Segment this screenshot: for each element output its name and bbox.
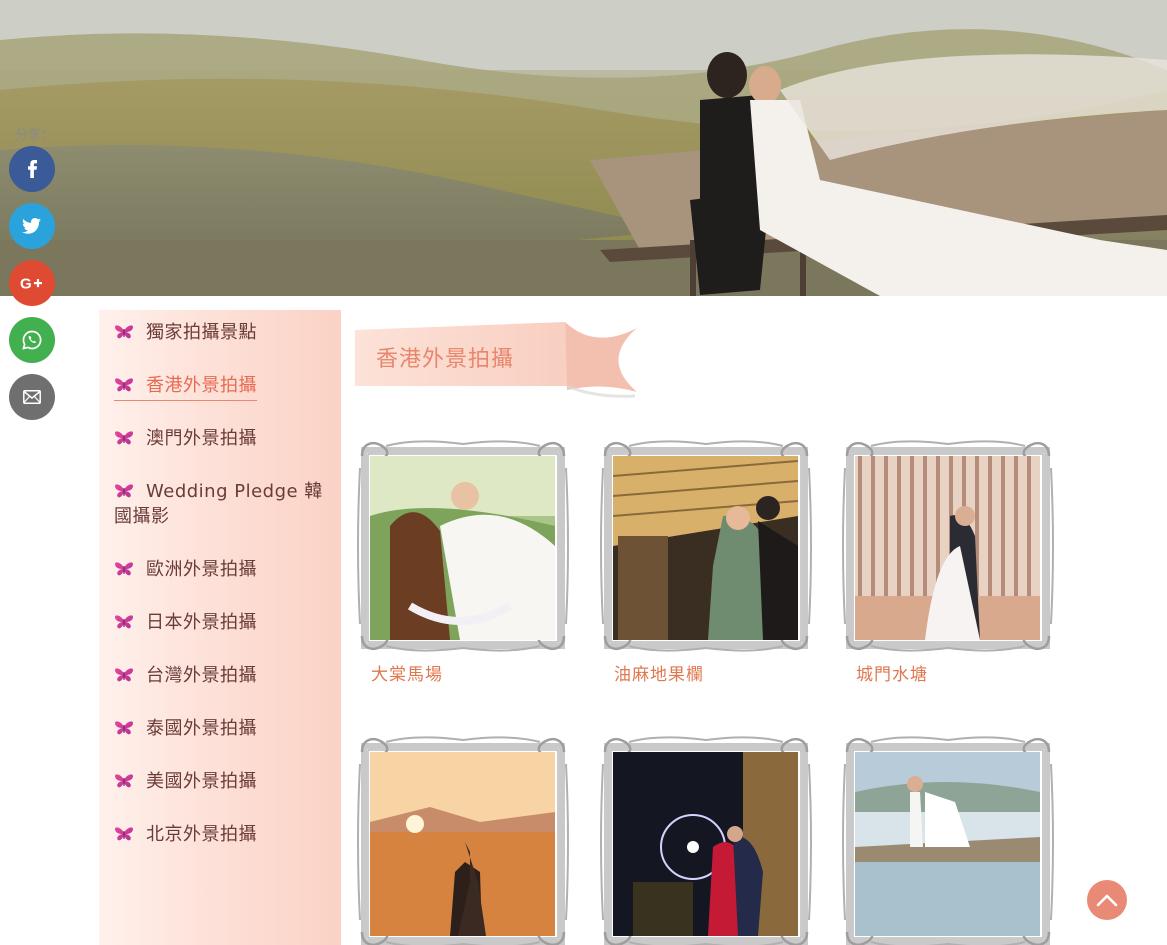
twitter-share-button[interactable] bbox=[9, 203, 55, 249]
photo-image bbox=[370, 752, 555, 936]
sidebar-item-label: 美國外景拍攝 bbox=[146, 771, 257, 792]
sidebar-item-label: 北京外景拍攝 bbox=[146, 824, 257, 845]
butterfly-icon bbox=[115, 615, 133, 629]
photo-frame bbox=[599, 734, 813, 945]
twitter-icon bbox=[22, 218, 41, 234]
butterfly-icon bbox=[115, 484, 133, 498]
sidebar-item-1[interactable]: 獨家拍攝景點 bbox=[114, 320, 319, 345]
butterfly-icon bbox=[115, 827, 133, 841]
facebook-icon bbox=[28, 160, 37, 178]
google-plus-icon: G bbox=[20, 276, 42, 292]
hero-banner bbox=[0, 0, 1167, 296]
butterfly-icon bbox=[115, 378, 133, 392]
sidebar-item-8[interactable]: 泰國外景拍攝 bbox=[114, 716, 319, 741]
photo-frame bbox=[599, 438, 813, 654]
sidebar-item-7[interactable]: 台灣外景拍攝 bbox=[114, 663, 319, 688]
photo-image bbox=[855, 456, 1040, 640]
photo-image bbox=[855, 752, 1040, 936]
gallery-photo[interactable] bbox=[370, 752, 555, 936]
gallery-photo[interactable] bbox=[613, 752, 798, 936]
sidebar-item-label: 獨家拍攝景點 bbox=[146, 322, 257, 343]
gallery-card[interactable]: 油麻地果欄 bbox=[599, 438, 813, 685]
sidebar-item-label: 台灣外景拍攝 bbox=[146, 665, 257, 686]
section-title: 香港外景拍攝 bbox=[376, 347, 515, 372]
share-label: 分享： bbox=[15, 128, 55, 143]
whatsapp-share-button[interactable] bbox=[9, 317, 55, 363]
gallery-card[interactable] bbox=[599, 734, 813, 945]
sidebar-item-2[interactable]: 香港外景拍攝 bbox=[114, 373, 257, 401]
photo-image bbox=[613, 456, 798, 640]
sidebar-item-label: 日本外景拍攝 bbox=[146, 612, 257, 633]
photo-image bbox=[613, 752, 798, 936]
gallery-photo[interactable] bbox=[370, 456, 555, 640]
sidebar-item-label: Wedding Pledge 韓國攝影 bbox=[114, 481, 323, 527]
sidebar-item-label: 泰國外景拍攝 bbox=[146, 718, 257, 739]
gallery-card-title[interactable]: 油麻地果欄 bbox=[614, 660, 704, 685]
gallery-photo[interactable] bbox=[855, 456, 1040, 640]
photo-frame bbox=[841, 734, 1055, 945]
sidebar-item-4[interactable]: Wedding Pledge 韓國攝影 bbox=[114, 479, 329, 529]
photo-frame bbox=[841, 438, 1055, 654]
sidebar-item-label: 澳門外景拍攝 bbox=[146, 428, 257, 449]
facebook-share-button[interactable] bbox=[9, 146, 55, 192]
gallery-card-title[interactable]: 大棠馬場 bbox=[371, 660, 443, 685]
google-plus-share-button[interactable]: G bbox=[9, 260, 55, 306]
gallery-card[interactable] bbox=[841, 734, 1055, 945]
butterfly-icon bbox=[115, 774, 133, 788]
gallery-card[interactable]: 城門水塘 bbox=[841, 438, 1055, 685]
photo-frame bbox=[356, 438, 570, 654]
butterfly-icon bbox=[115, 721, 133, 735]
gallery-card[interactable] bbox=[356, 734, 570, 945]
gallery-photo[interactable] bbox=[855, 752, 1040, 936]
photo-frame bbox=[356, 734, 570, 945]
email-share-button[interactable] bbox=[9, 374, 55, 420]
gallery-card[interactable]: 大棠馬場 bbox=[356, 438, 570, 685]
photo-image bbox=[370, 456, 555, 640]
back-to-top-button[interactable] bbox=[1087, 880, 1127, 920]
butterfly-icon bbox=[115, 431, 133, 445]
butterfly-icon bbox=[115, 668, 133, 682]
sidebar-item-10[interactable]: 北京外景拍攝 bbox=[114, 822, 319, 847]
chevron-up-icon bbox=[1096, 894, 1118, 907]
sidebar-item-6[interactable]: 日本外景拍攝 bbox=[114, 610, 319, 635]
email-icon bbox=[23, 390, 41, 404]
gallery-card-title[interactable]: 城門水塘 bbox=[856, 660, 928, 685]
sidebar-item-label: 香港外景拍攝 bbox=[146, 375, 257, 396]
sidebar-item-5[interactable]: 歐洲外景拍攝 bbox=[114, 557, 319, 582]
svg-text:G: G bbox=[20, 276, 32, 292]
hero-photo bbox=[0, 0, 1167, 296]
butterfly-icon bbox=[115, 562, 133, 576]
sidebar-item-3[interactable]: 澳門外景拍攝 bbox=[114, 426, 319, 451]
whatsapp-icon bbox=[22, 330, 42, 350]
butterfly-icon bbox=[115, 325, 133, 339]
sidebar-item-9[interactable]: 美國外景拍攝 bbox=[114, 769, 319, 794]
gallery-photo[interactable] bbox=[613, 456, 798, 640]
sidebar-item-label: 歐洲外景拍攝 bbox=[146, 559, 257, 580]
